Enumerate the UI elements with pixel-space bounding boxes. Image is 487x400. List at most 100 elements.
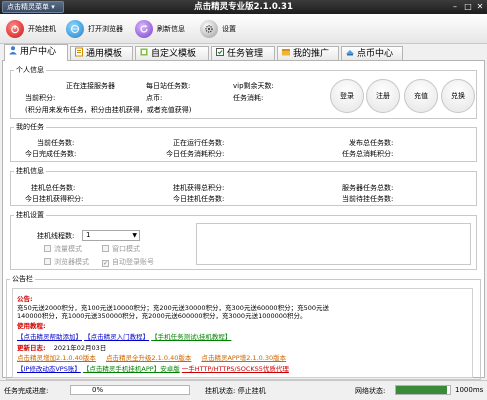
- browser-mode-label: 浏览器模式: [54, 258, 89, 266]
- threads-select[interactable]: 1 ▼: [82, 230, 140, 241]
- tutorial-links: 【点击精灵帮助添加】 【点击精灵入门教程】 【手机任务测试\挂机教程】: [17, 331, 231, 341]
- tutorial-link-beginner[interactable]: 【点击精灵入门教程】: [84, 333, 149, 341]
- settings-label: 设置: [222, 25, 236, 33]
- tab-general-template-label: 通用模板: [86, 49, 123, 59]
- task-progress-bar: [70, 385, 190, 395]
- today-hangup-points-label: 今日挂机获得积分:: [25, 195, 84, 203]
- checkbox-box: [44, 258, 51, 265]
- network-status-fill: [396, 386, 448, 394]
- maximize-button[interactable]: □: [463, 2, 473, 12]
- hangup-info-legend: 挂机信息: [16, 167, 44, 175]
- tab-custom-template-label: 自定义模板: [151, 49, 197, 59]
- exchange-button[interactable]: 兑换: [441, 79, 475, 113]
- notice-content: 公告: 充50元送2000积分，充100元送10000积分；充200元送3000…: [12, 288, 473, 378]
- settings-button[interactable]: 设置: [200, 18, 236, 40]
- total-points-consumed-label: 任务总消耗积分:: [342, 150, 394, 158]
- notice-board-legend: 公告栏: [12, 275, 33, 283]
- progress-value: 0%: [92, 386, 104, 394]
- update-title: 更新日志:: [17, 344, 46, 352]
- start-hangup-button[interactable]: 开始挂机: [6, 18, 56, 40]
- today-hangup-tasks-label: 今日挂机任务数:: [173, 195, 225, 203]
- custom-template-icon: [139, 47, 149, 57]
- my-tasks-legend: 我的任务: [16, 123, 44, 131]
- current-tasks-label: 当前任务数:: [37, 139, 75, 147]
- hangup-total-points-label: 挂机获得总积分:: [173, 184, 225, 192]
- update-link-1[interactable]: 点击精灵增加2.1.0.40版本: [17, 354, 96, 362]
- refresh-info-button[interactable]: 刷新信息: [135, 18, 185, 40]
- tab-coin-center-label: 点币中心: [357, 49, 394, 59]
- close-button[interactable]: ✕: [475, 2, 485, 12]
- threads-label: 挂机线程数:: [37, 232, 75, 240]
- task-consume-label: 任务消耗:: [233, 94, 264, 102]
- today-done-label: 今日完成任务数:: [25, 150, 77, 158]
- tutorial-link-mobile[interactable]: 【手机任务测试\挂机教程】: [151, 333, 231, 341]
- settings-text-area[interactable]: [196, 223, 471, 265]
- traffic-mode-checkbox[interactable]: 流量模式: [44, 244, 82, 254]
- bottom-link-proxy[interactable]: 一手HTTP/HTTPS/SOCKS5优质代理: [182, 365, 289, 373]
- update-header: 更新日志: 2021年02月03日: [17, 342, 106, 352]
- tab-user-center[interactable]: 用户中心: [4, 44, 68, 61]
- bottom-links: 【IP修改动态VPS账】 【点击精灵手机挂机APP】安卓版 一手HTTP/HTT…: [17, 363, 289, 373]
- start-hangup-label: 开始挂机: [28, 25, 56, 33]
- published-tasks-label: 发布总任务数:: [349, 139, 394, 147]
- check-icon: ✓: [102, 260, 109, 267]
- checkbox-box: [44, 245, 51, 252]
- template-icon: [74, 47, 84, 57]
- checkbox-box: [102, 245, 109, 252]
- my-tasks-group: 我的任务: [10, 122, 477, 162]
- tab-my-promotion-label: 我的推广: [293, 49, 330, 59]
- network-status-bar: [395, 385, 451, 395]
- window-title: 点击精灵专业版2.1.0.31: [194, 2, 293, 12]
- register-button[interactable]: 注册: [366, 79, 400, 113]
- traffic-mode-label: 流量模式: [54, 245, 82, 253]
- personal-info-legend: 个人信息: [16, 66, 44, 74]
- power-icon: [6, 20, 24, 38]
- hangup-settings-legend: 挂机设置: [16, 211, 44, 219]
- toolbar: 开始挂机 打开浏览器 刷新信息 设置: [0, 14, 487, 44]
- recharge-button[interactable]: 充值: [404, 79, 438, 113]
- update-links: 点击精灵增加2.1.0.40版本 点击精灵全升级2.1.0.40版本 点击精灵A…: [17, 352, 286, 362]
- points-note: (积分用来发布任务，积分由挂机获得，或者充值获得): [25, 106, 192, 114]
- tutorial-link-help[interactable]: 【点击精灵帮助添加】: [17, 333, 82, 341]
- browser-icon: [66, 20, 84, 38]
- progress-label: 任务完成进度:: [4, 387, 49, 395]
- bottom-link-app[interactable]: 【点击精灵手机挂机APP】安卓版: [83, 365, 180, 373]
- tab-coin-center[interactable]: 点币中心: [341, 46, 403, 61]
- auto-login-checkbox[interactable]: ✓ 自动登录账号: [102, 257, 154, 267]
- tutorial-title: 使用教程:: [17, 322, 46, 330]
- server-tasks-label: 服务器任务总数:: [342, 184, 394, 192]
- daily-tasks-label: 每日站任务数:: [146, 82, 191, 90]
- tab-my-promotion[interactable]: 我的推广: [277, 46, 339, 61]
- pending-tasks-label: 当前待挂任务数:: [342, 195, 394, 203]
- connection-status: 正在连接服务器: [66, 82, 115, 90]
- refresh-info-label: 刷新信息: [157, 25, 185, 33]
- today-points-consumed-label: 今日任务消耗积分:: [166, 150, 225, 158]
- notice-line-2: 140000积分，充1000元送350000积分，充2000元送600000积分…: [17, 312, 307, 320]
- tab-task-management-label: 任务管理: [227, 49, 264, 59]
- update-link-3[interactable]: 点击精灵APP增2.1.0.30版本: [201, 354, 286, 362]
- window-mode-label: 窗口模式: [112, 245, 140, 253]
- hangup-total-tasks-label: 挂机总任务数:: [31, 184, 76, 192]
- tab-task-management[interactable]: 任务管理: [211, 46, 275, 61]
- tab-general-template[interactable]: 通用模板: [70, 46, 133, 61]
- open-browser-button[interactable]: 打开浏览器: [66, 18, 123, 40]
- browser-mode-checkbox[interactable]: 浏览器模式: [44, 257, 89, 267]
- login-button[interactable]: 登录: [330, 79, 364, 113]
- coin-icon: [345, 47, 355, 57]
- tab-custom-template[interactable]: 自定义模板: [135, 46, 209, 61]
- network-status-label: 网络状态:: [355, 387, 386, 395]
- status-bar: 任务完成进度: 0% 挂机状态: 停止挂机 网络状态: 1000ms: [0, 380, 487, 400]
- bottom-link-vps[interactable]: 【IP修改动态VPS账】: [17, 365, 81, 373]
- network-latency: 1000ms: [455, 386, 484, 394]
- task-icon: [215, 47, 225, 57]
- threads-value: 1: [86, 231, 91, 239]
- vip-days-label: vip剩余天数:: [233, 82, 274, 90]
- gear-icon: [200, 20, 218, 38]
- update-date: 2021年02月03日: [53, 344, 107, 352]
- promotion-icon: [281, 47, 291, 57]
- title-bar: 点击精灵菜单 ▾ 点击精灵专业版2.1.0.31 – □ ✕: [0, 0, 487, 14]
- window-mode-checkbox[interactable]: 窗口模式: [102, 244, 140, 254]
- minimize-button[interactable]: –: [450, 2, 460, 12]
- update-link-2[interactable]: 点击精灵全升级2.1.0.40版本: [106, 354, 191, 362]
- refresh-icon: [135, 20, 153, 38]
